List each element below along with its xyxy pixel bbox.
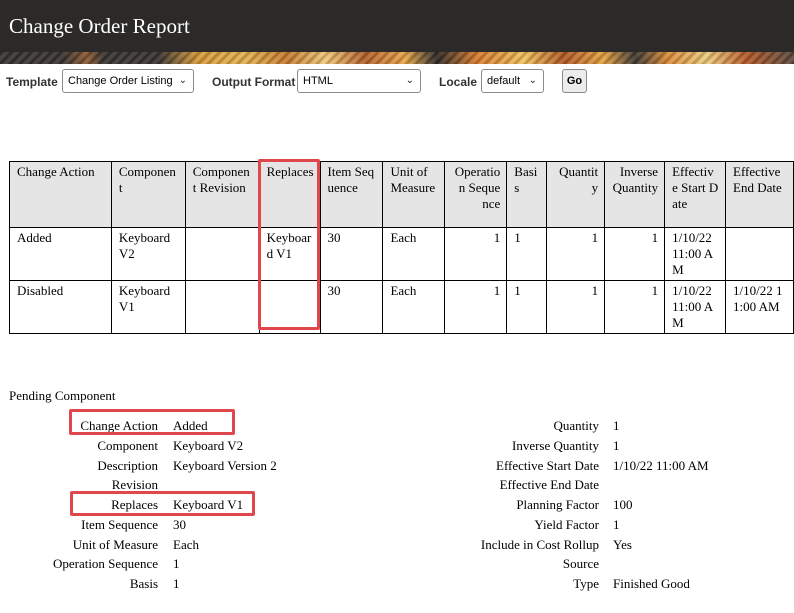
detail-value: Keyboard Version 2: [173, 458, 277, 473]
detail-value: 1/10/22 11:00 AM: [613, 458, 709, 473]
detail-value: Finished Good: [613, 576, 690, 591]
table-header-row: Change Action Component Component Revisi…: [9, 161, 794, 228]
cell-effective-start-date: 1/10/22 11:00 AM: [664, 280, 726, 334]
detail-label: Component: [97, 438, 158, 453]
replaces-highlight: [70, 491, 255, 516]
detail-value: 1: [613, 418, 620, 433]
template-select-value: Change Order Listing: [68, 75, 173, 87]
change-action-highlight: [69, 409, 235, 435]
chevron-down-icon: ⌄: [528, 75, 537, 86]
cell-quantity: 1: [546, 280, 606, 334]
template-select[interactable]: Change Order Listing ⌄: [62, 69, 194, 93]
detail-value: Each: [173, 537, 199, 552]
detail-label: Unit of Measure: [72, 537, 158, 552]
pending-component-title: Pending Component: [9, 388, 116, 403]
cell-component: Keyboard V1: [110, 280, 186, 334]
col-inverse-quantity: Inverse Quantity: [604, 161, 666, 228]
col-unit-of-measure: Unit of Measure: [382, 161, 446, 228]
cell-inverse-quantity: 1: [604, 227, 666, 281]
cell-effective-end-date: 1/10/22 11:00 AM: [725, 280, 794, 334]
col-component: Component: [110, 161, 186, 228]
cell-basis: 1: [506, 227, 548, 281]
col-item-sequence: Item Sequence: [319, 161, 384, 228]
col-component-revision: Component Revision: [184, 161, 260, 228]
detail-label: Operation Sequence: [52, 556, 158, 571]
decorative-banner: [0, 52, 794, 64]
go-button[interactable]: Go: [562, 69, 587, 93]
detail-label: Description: [97, 458, 158, 473]
chevron-down-icon: ⌄: [405, 75, 414, 86]
cell-component-revision: [184, 280, 260, 334]
cell-component-revision: [184, 227, 260, 281]
cell-basis: 1: [506, 280, 548, 334]
locale-select-value: default: [487, 75, 521, 87]
col-change-action: Change Action: [9, 161, 112, 228]
detail-value: Yes: [613, 537, 632, 552]
cell-effective-end-date: [725, 227, 794, 281]
change-order-table: Change Action Component Component Revisi…: [9, 161, 794, 334]
detail-label: Basis: [129, 576, 158, 591]
col-quantity: Quantity: [546, 161, 606, 228]
col-effective-start-date: Effective Start Date: [664, 161, 726, 228]
detail-label: Yield Factor: [534, 517, 599, 532]
cell-quantity: 1: [546, 227, 606, 281]
detail-label: Inverse Quantity: [511, 438, 599, 453]
detail-value: 1: [173, 576, 180, 591]
detail-value: 30: [173, 517, 186, 532]
detail-label: Type: [573, 576, 599, 591]
detail-value: 1: [613, 517, 620, 532]
report-toolbar: Template Change Order Listing ⌄ Output F…: [0, 64, 794, 104]
detail-label: Include in Cost Rollup: [480, 537, 599, 552]
cell-change-action: Disabled: [9, 280, 112, 334]
detail-value: 1: [173, 556, 180, 571]
cell-operation-sequence: 1: [444, 280, 508, 334]
detail-label: Effective Start Date: [496, 458, 599, 473]
chevron-down-icon: ⌄: [178, 75, 187, 86]
col-basis: Basis: [506, 161, 548, 228]
output-format-select-value: HTML: [303, 75, 333, 87]
output-format-select[interactable]: HTML ⌄: [297, 69, 421, 93]
cell-component: Keyboard V2: [110, 227, 186, 281]
output-format-label: Output Format: [212, 75, 296, 89]
col-operation-sequence: Operation Sequence: [444, 161, 508, 228]
locale-select[interactable]: default ⌄: [481, 69, 544, 93]
replaces-column-highlight: [258, 159, 320, 330]
cell-operation-sequence: 1: [444, 227, 508, 281]
cell-inverse-quantity: 1: [604, 280, 666, 334]
table-row: Added Keyboard V2 Keyboard V1 30 Each 1 …: [9, 227, 794, 281]
detail-label: Planning Factor: [516, 497, 599, 512]
detail-value: 100: [613, 497, 633, 512]
cell-effective-start-date: 1/10/22 11:00 AM: [664, 227, 726, 281]
cell-unit-of-measure: Each: [382, 280, 446, 334]
title-bar: Change Order Report: [0, 0, 794, 52]
page-title: Change Order Report: [9, 14, 190, 38]
cell-unit-of-measure: Each: [382, 227, 446, 281]
cell-change-action: Added: [9, 227, 112, 281]
detail-label: Effective End Date: [499, 477, 599, 492]
detail-label: Source: [562, 556, 599, 571]
detail-label: Quantity: [553, 418, 600, 433]
detail-label: Item Sequence: [81, 517, 158, 532]
col-effective-end-date: Effective End Date: [725, 161, 794, 228]
cell-item-sequence: 30: [319, 280, 384, 334]
table-row: Disabled Keyboard V1 30 Each 1 1 1 1 1/1…: [9, 280, 794, 334]
template-label: Template: [6, 75, 58, 89]
detail-value: 1: [613, 438, 620, 453]
detail-value: Keyboard V2: [173, 438, 244, 453]
locale-label: Locale: [439, 75, 478, 89]
cell-item-sequence: 30: [319, 227, 384, 281]
